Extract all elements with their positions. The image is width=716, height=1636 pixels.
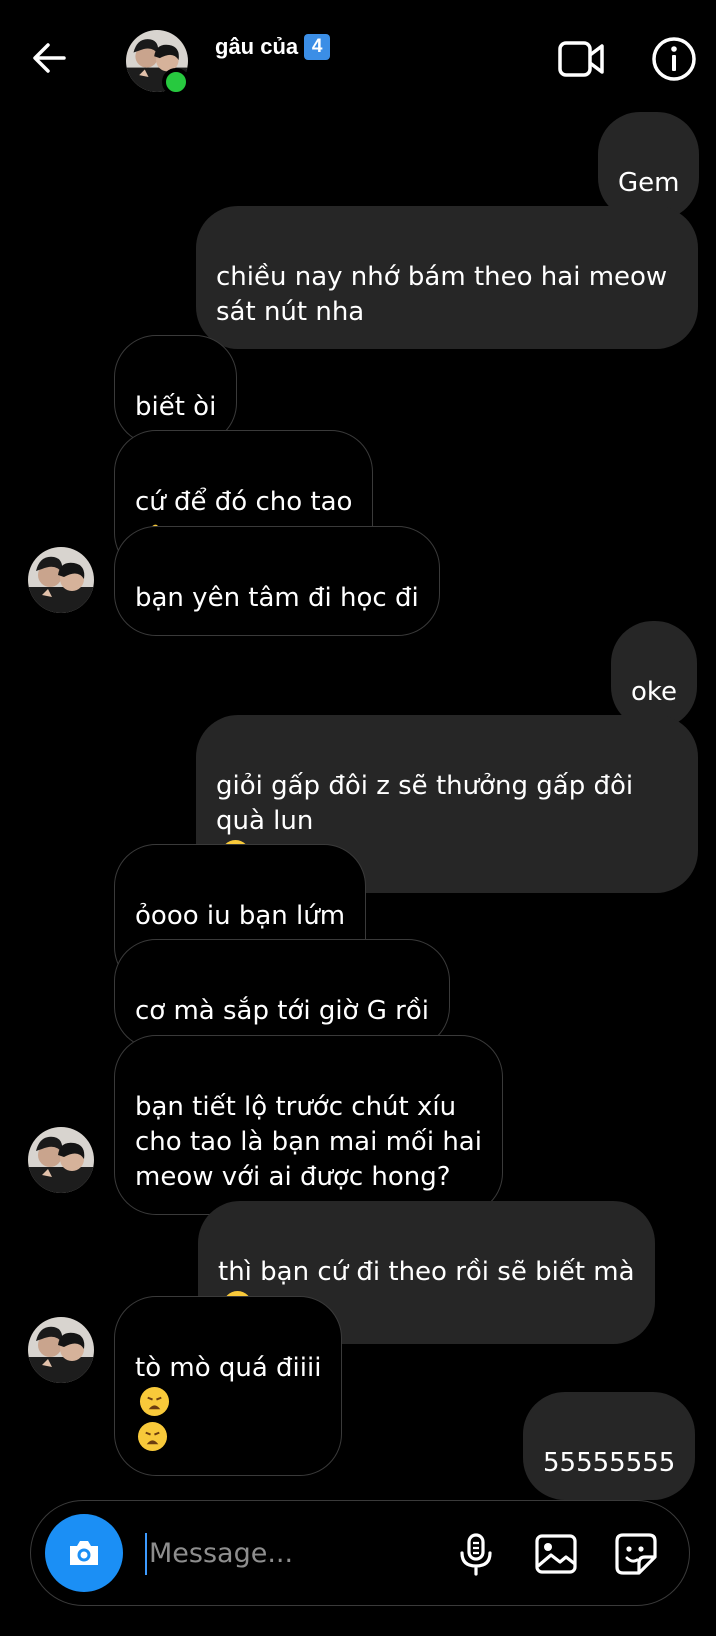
message-text: thì bạn cứ đi theo rồi sẽ biết mà — [218, 1257, 635, 1287]
video-call-button[interactable] — [557, 34, 607, 84]
message-input[interactable] — [149, 1527, 439, 1579]
sticker-button[interactable] — [611, 1529, 661, 1579]
video-call-icon — [558, 41, 604, 77]
voice-message-button[interactable] — [451, 1529, 501, 1579]
chat-header: gâu của 4 — [0, 0, 716, 110]
message-text: Gem — [618, 168, 680, 198]
avatar-image — [28, 1127, 94, 1193]
message-bubble-outgoing[interactable]: 55555555 — [523, 1392, 696, 1500]
message-text: cứ để đó cho tao — [135, 487, 353, 517]
back-arrow-icon — [33, 43, 66, 73]
message-bubble-incoming[interactable]: bạn tiết lộ trước chút xíu cho tao là bạ… — [114, 1035, 503, 1215]
message-bubble-incoming[interactable]: bạn yên tâm đi học đi — [114, 526, 440, 636]
message-text: oke — [631, 677, 678, 707]
online-status-dot — [162, 68, 190, 96]
message-composer — [30, 1500, 690, 1606]
message-bubble-outgoing[interactable]: Gem — [598, 112, 700, 220]
info-button[interactable] — [649, 34, 699, 84]
message-bubble-incoming[interactable]: biết òi — [114, 335, 238, 445]
message-text: biết òi — [135, 392, 217, 422]
message-text: bạn yên tâm đi học đi — [135, 583, 419, 613]
message-text: 55555555 — [543, 1448, 676, 1478]
contact-name-text: gâu của — [215, 34, 299, 59]
message-text: bạn tiết lộ trước chút xíu cho tao là bạ… — [135, 1092, 482, 1192]
info-icon — [652, 37, 696, 81]
message-text: ỏooo iu bạn lứm — [135, 901, 346, 931]
message-text: cơ mà sắp tới giờ G rồi — [135, 996, 429, 1026]
weary-face-emoji-icon — [139, 1386, 170, 1417]
gallery-icon — [535, 1534, 577, 1574]
message-text: chiều nay nhớ bám theo hai meow sát nút … — [216, 262, 668, 327]
microphone-icon — [460, 1533, 492, 1576]
sticker-icon — [615, 1533, 657, 1575]
message-text: giỏi gấp đôi z sẽ thưởng gấp đôi quà lun — [216, 771, 634, 836]
avatar-image — [28, 547, 94, 613]
text-cursor — [145, 1533, 147, 1575]
gallery-button[interactable] — [531, 1529, 581, 1579]
contact-avatar-small[interactable] — [28, 1317, 94, 1383]
contact-name[interactable]: gâu của 4 — [215, 34, 331, 60]
message-bubble-outgoing[interactable]: oke — [611, 621, 698, 729]
weary-face-emoji-icon — [137, 1421, 168, 1452]
message-text: tò mò quá điiii — [135, 1353, 322, 1383]
camera-button[interactable] — [45, 1514, 123, 1592]
message-bubble-outgoing[interactable]: chiều nay nhớ bám theo hai meow sát nút … — [196, 206, 698, 349]
avatar-image — [28, 1317, 94, 1383]
keycap-number-badge: 4 — [304, 34, 331, 60]
back-button[interactable] — [28, 36, 72, 80]
message-bubble-incoming[interactable]: tò mò quá điiii — [114, 1296, 343, 1476]
message-bubble-incoming[interactable]: cơ mà sắp tới giờ G rồi — [114, 939, 450, 1049]
contact-avatar-small[interactable] — [28, 547, 94, 613]
camera-icon — [70, 1541, 98, 1565]
contact-avatar-small[interactable] — [28, 1127, 94, 1193]
